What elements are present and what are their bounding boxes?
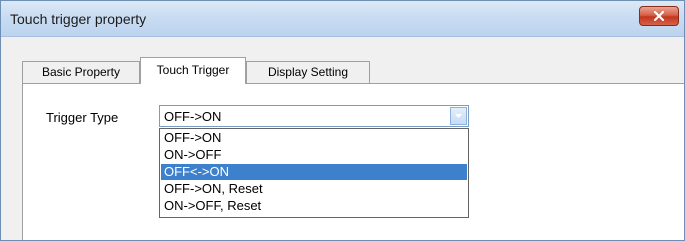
close-button[interactable] — [639, 6, 679, 26]
trigger-type-dropdown-list: OFF->ON ON->OFF OFF<->ON OFF->ON, Reset … — [159, 128, 469, 218]
dropdown-arrow-button[interactable] — [450, 107, 467, 125]
tab-basic-property[interactable]: Basic Property — [22, 61, 140, 83]
window-title: Touch trigger property — [10, 11, 147, 27]
trigger-type-selected-value: OFF->ON — [164, 109, 222, 124]
dialog-window: Touch trigger property Basic Property To… — [0, 0, 685, 241]
tab-panel-touch-trigger: Trigger Type OFF->ON OFF->ON ON->OFF OFF… — [22, 83, 684, 240]
tab-touch-trigger[interactable]: Touch Trigger — [140, 57, 246, 84]
title-bar[interactable]: Touch trigger property — [1, 1, 684, 37]
dropdown-option-off-on-reset[interactable]: OFF->ON, Reset — [161, 181, 467, 197]
dropdown-option-off-on[interactable]: OFF->ON — [161, 130, 467, 146]
dropdown-option-on-off-reset[interactable]: ON->OFF, Reset — [161, 198, 467, 214]
dropdown-option-off-on-toggle[interactable]: OFF<->ON — [161, 164, 467, 180]
trigger-type-label: Trigger Type — [46, 110, 119, 125]
chevron-down-icon — [455, 114, 462, 118]
dropdown-option-on-off[interactable]: ON->OFF — [161, 147, 467, 163]
dialog-client-area: Basic Property Touch Trigger Display Set… — [1, 37, 684, 240]
tab-display-setting[interactable]: Display Setting — [246, 61, 370, 83]
trigger-type-combobox[interactable]: OFF->ON — [159, 105, 469, 127]
close-icon — [653, 11, 665, 21]
